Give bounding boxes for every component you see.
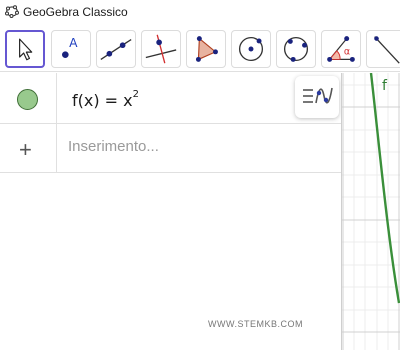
tool-circle-center-button[interactable] bbox=[231, 30, 271, 68]
tool-move-button[interactable] bbox=[5, 30, 45, 68]
polygon-icon bbox=[195, 36, 218, 62]
add-icon[interactable]: + bbox=[19, 137, 32, 163]
tool-angle-button[interactable]: α bbox=[321, 30, 361, 68]
graphics-canvas[interactable] bbox=[342, 73, 400, 350]
tool-perpendicular-button[interactable] bbox=[141, 30, 181, 68]
angle-icon: α bbox=[327, 36, 355, 62]
algebra-view: f(x) = x2 + Inserimento... bbox=[0, 73, 341, 350]
title-bar: GeoGebra Classico bbox=[0, 0, 400, 24]
tool-point-button[interactable]: A bbox=[51, 30, 91, 68]
circle-center-icon bbox=[238, 36, 264, 62]
function-graph-label[interactable]: f bbox=[382, 78, 387, 94]
input-bar[interactable]: Inserimento... bbox=[68, 138, 159, 155]
algebra-row-function[interactable]: f(x) = x2 bbox=[0, 73, 341, 124]
toolbar: A α bbox=[0, 24, 400, 72]
circle-three-points-icon bbox=[283, 36, 309, 62]
algebra-style-menu-icon bbox=[303, 87, 333, 104]
move-arrow-icon bbox=[19, 38, 33, 61]
tool-reflect-button[interactable] bbox=[366, 30, 400, 68]
visibility-column bbox=[0, 73, 57, 123]
add-column: + bbox=[0, 124, 57, 172]
tool-polygon-button[interactable] bbox=[186, 30, 226, 68]
function-expression: f(x) = x bbox=[72, 91, 133, 110]
angle-label: α bbox=[344, 47, 350, 58]
tool-circle-three-points-button[interactable] bbox=[276, 30, 316, 68]
style-bar-toggle-button[interactable] bbox=[295, 76, 339, 118]
window-title: GeoGebra Classico bbox=[23, 5, 128, 19]
visibility-toggle[interactable] bbox=[17, 89, 38, 110]
point-label: A bbox=[69, 36, 78, 50]
point-icon: A bbox=[62, 36, 78, 58]
function-exponent: 2 bbox=[132, 88, 140, 100]
tool-line-button[interactable] bbox=[96, 30, 136, 68]
function-definition[interactable]: f(x) = x2 bbox=[72, 88, 140, 110]
graphics-view[interactable]: f bbox=[342, 73, 400, 350]
watermark: WWW.STEMKB.COM bbox=[208, 319, 303, 329]
perpendicular-line-icon bbox=[145, 34, 177, 64]
line-icon bbox=[100, 38, 132, 60]
geogebra-logo-icon bbox=[5, 5, 19, 18]
algebra-input-row[interactable]: + Inserimento... bbox=[0, 124, 341, 173]
reflect-icon bbox=[374, 36, 400, 64]
